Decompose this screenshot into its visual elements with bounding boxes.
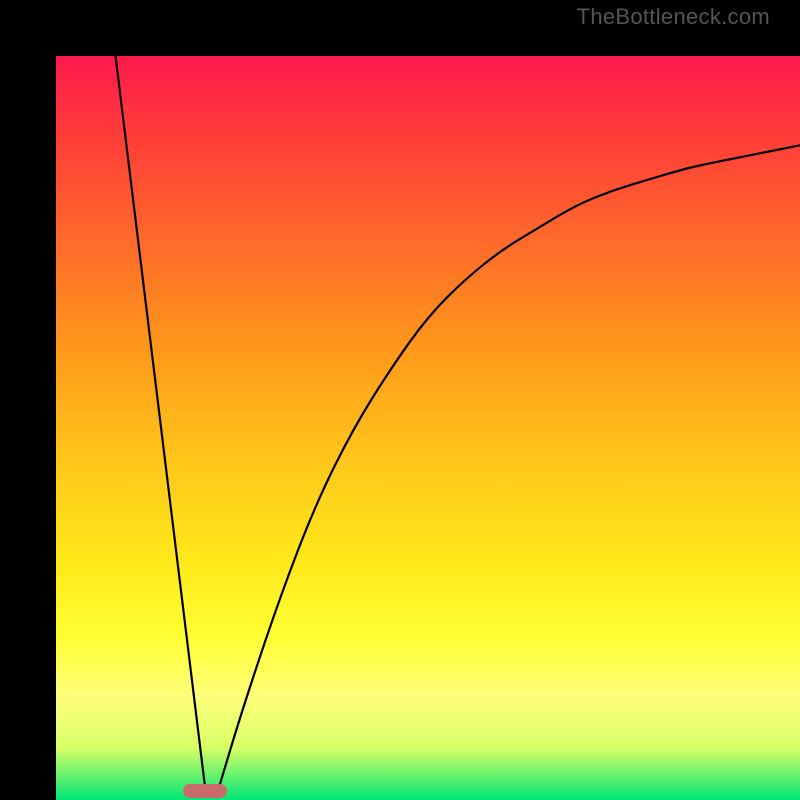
right-curve-path	[220, 145, 800, 785]
chart-plot-area	[56, 56, 800, 800]
bottleneck-marker	[183, 784, 227, 798]
chart-lines	[56, 56, 800, 800]
chart-frame	[0, 0, 800, 800]
watermark-text: TheBottleneck.com	[577, 4, 770, 30]
left-line-path	[116, 56, 205, 785]
